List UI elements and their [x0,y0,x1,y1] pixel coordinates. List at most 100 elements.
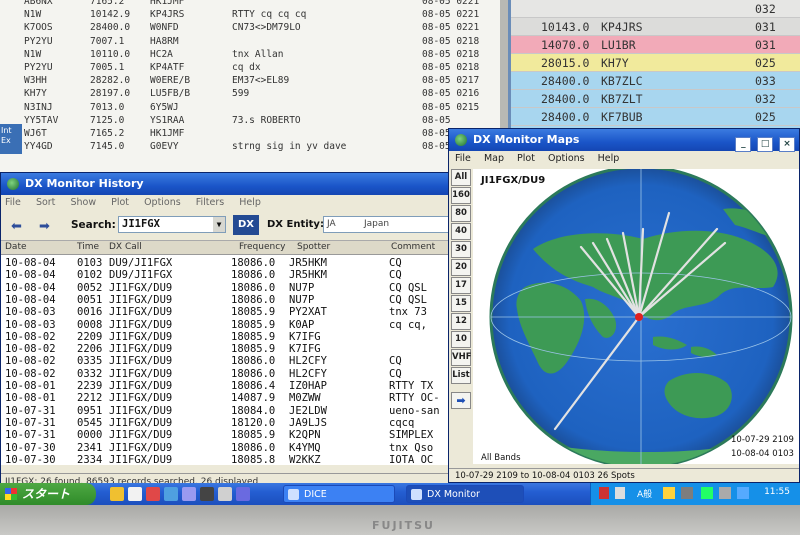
menu-file[interactable]: File [5,197,21,208]
speaker-icon[interactable] [719,487,731,499]
menu-filters[interactable]: Filters [196,197,224,208]
cell-dx-call: JI1FGX/DU9 [109,293,173,306]
col-spotter[interactable]: Spotter [297,242,330,252]
map-canvas[interactable]: JI1FGX/DU9 10-07-29 2109 10-08-04 0103 A… [473,169,799,464]
arrow-right-icon[interactable]: ➡ [451,392,471,409]
tray-icon[interactable] [681,487,693,499]
app-icon[interactable] [200,487,214,501]
band-button-10[interactable]: 10 [451,331,471,348]
minimize-button[interactable]: _ [735,137,752,152]
menu-help[interactable]: Help [239,197,261,208]
band-button-17[interactable]: 17 [451,277,471,294]
task-dx-monitor[interactable]: DX Monitor [406,485,524,503]
ime-indicator[interactable]: A般 [637,487,652,500]
world-map-icon [489,169,793,464]
tray-icon[interactable] [599,487,609,499]
color-list-row[interactable]: 10143.0 KP4JRS 031 [511,18,800,36]
color-list-row[interactable]: 28400.0 KF7BUB 025 [511,108,800,126]
app-icon[interactable] [182,487,196,501]
chevron-down-icon[interactable]: ▼ [213,217,225,232]
back-arrow-icon[interactable]: ⬅ [11,219,22,234]
band-button-160[interactable]: 160 [451,187,471,204]
menu-sort[interactable]: Sort [36,197,55,208]
table-row[interactable]: 10-08-02 0332 JI1FGX/DU9 18086.0 HL2CFY CQ [1,368,454,380]
table-row[interactable]: 10-07-30 2334 JI1FGX/DU9 18085.8 W2KKZ IOTA O… [1,454,454,465]
table-row[interactable]: 10-07-31 0545 JI1FGX/DU9 18120.0 JA9LJS cqcq [1,417,454,429]
table-row[interactable]: 10-08-02 2206 JI1FGX/DU9 18085.9 K7IFG [1,343,454,355]
color-list-row[interactable]: 032 [511,0,800,18]
tray-icon[interactable] [701,487,713,499]
entity-field[interactable]: JA Japan [323,216,453,233]
cell-time: 2239 [77,380,103,392]
maps-menu-file[interactable]: File [455,153,471,164]
table-row[interactable]: 10-08-01 2239 JI1FGX/DU9 18086.4 IZ0HAP RTTY … [1,380,454,392]
col-date[interactable]: Date [5,242,27,252]
band-button-all[interactable]: All [451,169,471,186]
close-button[interactable]: × [779,137,795,152]
color-list-row[interactable]: 28400.0 KB7ZLT 032 [511,90,800,108]
band-button-list[interactable]: List [451,367,471,384]
col-frequency[interactable]: Frequency [239,242,286,252]
band-button-30[interactable]: 30 [451,241,471,258]
app-icon[interactable] [236,487,250,501]
band-button-vhf[interactable]: VHF [451,349,472,366]
search-input[interactable]: JI1FGX ▼ [118,216,226,233]
table-row[interactable]: 10-08-04 0052 JI1FGX/DU9 18086.0 NU7P CQ QSL [1,282,454,294]
table-row[interactable]: 10-08-02 0335 JI1FGX/DU9 18086.0 HL2CFY CQ [1,355,454,367]
maps-menu-options[interactable]: Options [548,153,585,164]
desktop-icon[interactable] [164,487,178,501]
cell-time: 0000 [77,429,103,442]
tray-icon[interactable] [737,487,749,499]
band-button-20[interactable]: 20 [451,259,471,276]
start-button[interactable]: スタート [0,483,96,505]
cell-date: 10-07-30 [5,453,56,465]
table-row[interactable]: 10-08-04 0051 JI1FGX/DU9 18086.0 NU7P CQ QSL [1,294,454,306]
task-dice[interactable]: DICE [283,485,395,503]
forward-arrow-icon[interactable]: ➡ [39,219,50,234]
maps-menu-map[interactable]: Map [484,153,504,164]
band-button-12[interactable]: 12 [451,313,471,330]
table-row[interactable]: 10-08-04 0103 DU9/JI1FGX 18086.0 JR5HKM CQ [1,257,454,269]
maps-titlebar[interactable]: DX Monitor Maps _ □ × [449,129,799,152]
spot-spotter: WJ6T [24,128,47,139]
menu-plot[interactable]: Plot [111,197,129,208]
table-row[interactable]: 10-07-30 2341 JI1FGX/DU9 18086.0 K4YMQ tnx Qs… [1,442,454,454]
browser-icon[interactable] [128,487,142,501]
band-button-40[interactable]: 40 [451,223,471,240]
cell-spotter: M0ZWW [289,392,321,405]
cell-date: 10-08-01 [5,380,56,392]
tray-icon[interactable] [615,487,625,499]
cell-comment: cqcq [389,416,415,429]
table-row[interactable]: 10-07-31 0951 JI1FGX/DU9 18084.0 JE2LDW ueno-… [1,405,454,417]
table-row[interactable]: 10-08-03 0016 JI1FGX/DU9 18085.9 PY2XAT tnx 7… [1,306,454,318]
clock[interactable]: 11:55 [764,487,790,497]
color-list-row[interactable]: 28400.0 KB7ZLC 033 [511,72,800,90]
spot-frequency: 10110.0 [90,48,131,60]
band-button-15[interactable]: 15 [451,295,471,312]
color-list-row[interactable]: 14070.0 LU1BR 031 [511,36,800,54]
entity-name: Japan [364,219,390,229]
folder-icon[interactable] [110,487,124,501]
tray-icon[interactable] [663,487,675,499]
maps-menu-help[interactable]: Help [598,153,620,164]
desktop-icon[interactable]: Int Ex [0,124,22,154]
col-time[interactable]: Time [77,242,99,252]
history-titlebar[interactable]: DX Monitor History [1,173,454,195]
cell-frequency: 18086.0 [231,269,276,282]
col-dxcall[interactable]: DX Call [109,242,142,252]
mail-icon[interactable] [146,487,160,501]
maximize-button[interactable]: □ [757,137,774,152]
background-spot-row: WJ6T 7165.2 HK1JMF 08-05 [0,128,500,141]
table-row[interactable]: 10-07-31 0000 JI1FGX/DU9 18085.9 K2QPN SIMPLE… [1,429,454,441]
table-row[interactable]: 10-08-02 2209 JI1FGX/DU9 18085.9 K7IFG [1,331,454,343]
menu-show[interactable]: Show [70,197,96,208]
table-row[interactable]: 10-08-04 0102 DU9/JI1FGX 18086.0 JR5HKM CQ [1,269,454,281]
table-row[interactable]: 10-08-03 0008 JI1FGX/DU9 18085.9 K0AP cq cq, [1,319,454,331]
app-icon[interactable] [218,487,232,501]
col-comment[interactable]: Comment [391,242,435,252]
maps-menu-plot[interactable]: Plot [517,153,535,164]
menu-options[interactable]: Options [144,197,181,208]
band-button-80[interactable]: 80 [451,205,471,222]
color-list-row[interactable]: 28015.0 KH7Y 025 [511,54,800,72]
table-row[interactable]: 10-08-01 2212 JI1FGX/DU9 14087.9 M0ZWW RTTY O… [1,392,454,404]
